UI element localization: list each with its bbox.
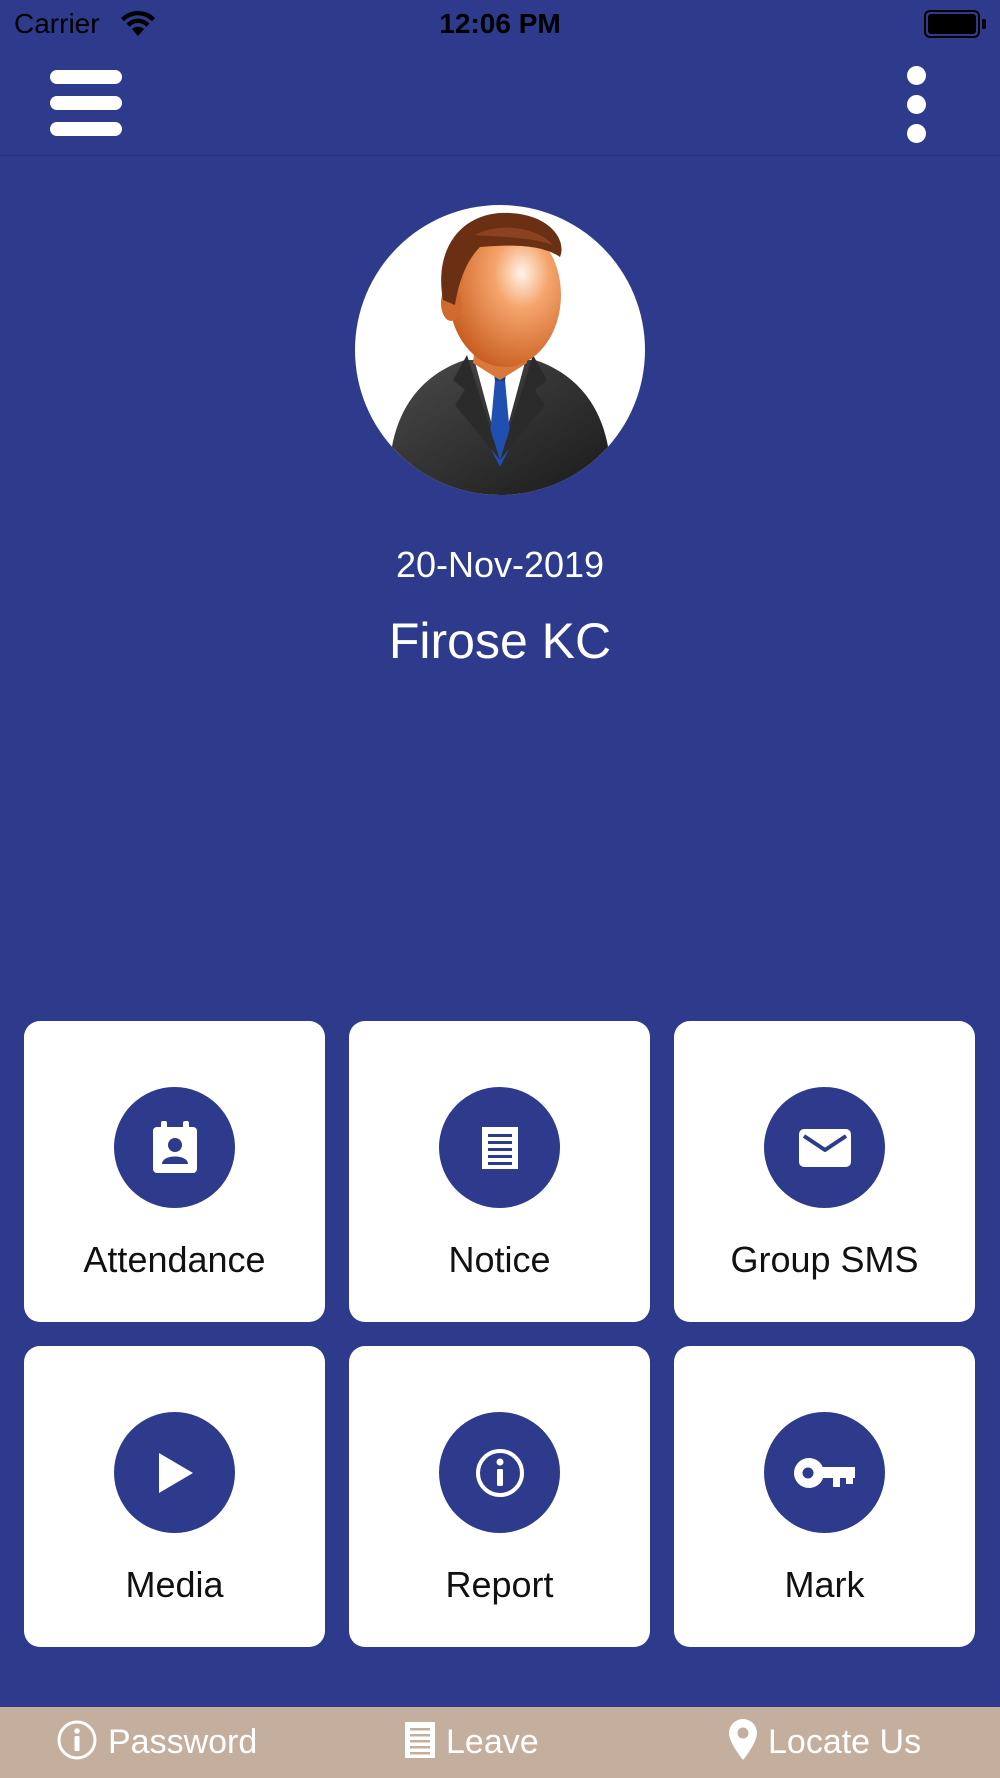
locate-us-link[interactable]: Locate Us (728, 1707, 921, 1778)
hamburger-menu-icon[interactable] (50, 70, 122, 136)
locate-us-label: Locate Us (768, 1723, 922, 1761)
report-tile[interactable]: Report (349, 1346, 650, 1647)
report-label: Report (445, 1564, 554, 1605)
document-icon (404, 1721, 436, 1764)
media-label: Media (125, 1564, 224, 1605)
group-sms-tile[interactable]: Group SMS (674, 1021, 975, 1322)
mark-tile[interactable]: Mark (674, 1346, 975, 1647)
attendance-label: Attendance (83, 1239, 266, 1280)
password-label: Password (108, 1723, 258, 1761)
key-icon (764, 1412, 885, 1533)
status-bar: Carrier 12:06 PM (0, 0, 1000, 50)
leave-label: Leave (446, 1723, 539, 1761)
leave-link[interactable]: Leave (404, 1707, 539, 1778)
current-date: 20-Nov-2019 (395, 544, 605, 585)
location-pin-icon (728, 1719, 758, 1766)
bottom-bar: Password Leave Locate Us (0, 1707, 1000, 1778)
notice-label: Notice (448, 1239, 551, 1280)
group-sms-label: Group SMS (730, 1239, 919, 1280)
notice-tile[interactable]: Notice (349, 1021, 650, 1322)
play-icon (114, 1412, 235, 1533)
more-vertical-icon[interactable] (900, 64, 932, 144)
info-icon (439, 1412, 560, 1533)
mark-label: Mark (784, 1564, 865, 1605)
notice-document-icon (439, 1087, 560, 1208)
attendance-tile[interactable]: Attendance (24, 1021, 325, 1322)
password-link[interactable]: Password (56, 1707, 257, 1778)
media-tile[interactable]: Media (24, 1346, 325, 1647)
battery-icon (924, 10, 986, 38)
info-icon (56, 1719, 98, 1766)
envelope-icon (764, 1087, 885, 1208)
status-time: 12:06 PM (439, 8, 561, 39)
avatar (355, 205, 645, 495)
attendance-contact-icon (114, 1087, 235, 1208)
user-name: Firose KC (388, 613, 612, 669)
nav-bar (0, 50, 1000, 156)
